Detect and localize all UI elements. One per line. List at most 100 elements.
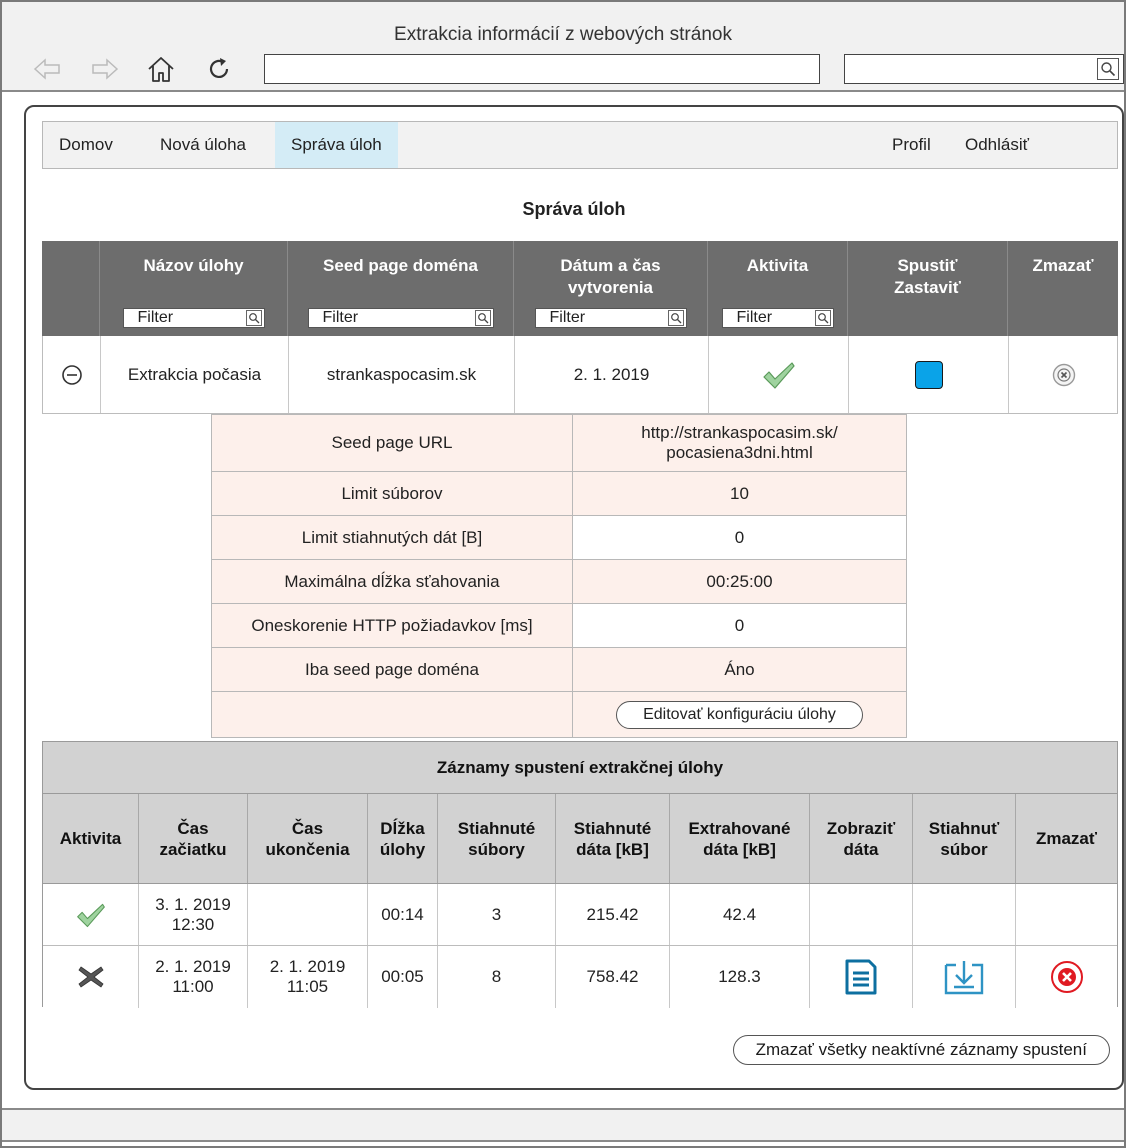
- header-delete-label: Zmazať: [1032, 256, 1094, 275]
- run-download-empty: [913, 884, 1016, 945]
- run-start-date: 2. 1. 2019: [155, 957, 231, 976]
- collapse-icon[interactable]: [43, 336, 101, 413]
- run-show-empty: [810, 884, 913, 945]
- config-row: Limit stiahnutých dát [B] 0: [211, 516, 907, 560]
- runs-header-end-label-2: ukončenia: [265, 839, 350, 859]
- document-icon[interactable]: [810, 946, 913, 1008]
- filter-placeholder: Filter: [736, 309, 773, 326]
- config-url-line-2: pocasiena3dni.html: [666, 443, 813, 462]
- filter-search-icon[interactable]: [814, 310, 831, 326]
- config-row: Iba seed page doména Áno: [211, 648, 907, 692]
- config-value: 0: [573, 604, 906, 647]
- edit-config-button[interactable]: Editovať konfiguráciu úlohy: [616, 700, 863, 729]
- runs-table-title: Záznamy spustení extrakčnej úlohy: [43, 742, 1117, 794]
- runs-header-length: Dĺžka úlohy: [368, 794, 438, 883]
- filter-placeholder: Filter: [549, 309, 586, 326]
- config-row: Editovať konfiguráciu úlohy: [211, 692, 907, 738]
- window-title: Extrakcia informácií z webových stránok: [394, 24, 732, 45]
- config-value: 0: [573, 516, 906, 559]
- domain-filter-input[interactable]: Filter: [307, 308, 494, 328]
- runs-header-download-label-1: Stiahnuť: [928, 818, 1000, 838]
- tasks-header-domain: Seed page doména Filter: [288, 241, 514, 336]
- created-filter-input[interactable]: Filter: [534, 308, 687, 328]
- config-label: Oneskorenie HTTP požiadavkov [ms]: [212, 604, 573, 647]
- filter-placeholder: Filter: [322, 309, 359, 326]
- tasks-table-header: Názov úlohy Filter Seed page doména Filt…: [42, 241, 1118, 336]
- header-domain-label: Seed page doména: [323, 256, 478, 275]
- runs-header-download-label-2: súbor: [940, 839, 988, 859]
- filter-search-icon[interactable]: [245, 310, 262, 326]
- header-created-label-1: Dátum a čas: [560, 256, 661, 275]
- run-start-time: 12:30: [171, 914, 215, 934]
- runs-header-data: Stiahnuté dáta [kB]: [556, 794, 670, 883]
- header-name-label: Názov úlohy: [143, 256, 244, 275]
- runs-header-length-label-2: úlohy: [379, 839, 426, 859]
- config-label: Limit stiahnutých dát [B]: [212, 516, 573, 559]
- runs-header-extracted: Extrahované dáta [kB]: [670, 794, 810, 883]
- menu-manage-tasks[interactable]: Správa úloh: [275, 122, 398, 168]
- activity-filter-input[interactable]: Filter: [721, 308, 834, 328]
- run-data: 758.42: [556, 946, 670, 1008]
- reload-icon[interactable]: [204, 54, 234, 84]
- config-label: Maximálna dĺžka sťahovania: [212, 560, 573, 603]
- delete-circle-icon[interactable]: [1009, 336, 1119, 413]
- runs-header-start-label-2: začiatku: [159, 839, 227, 859]
- menu-home[interactable]: Domov: [43, 122, 129, 168]
- runs-header-data-label-2: dáta [kB]: [576, 839, 649, 859]
- runs-header-delete: Zmazať: [1016, 794, 1117, 883]
- config-label-empty: [212, 692, 573, 737]
- runs-header-activity: Aktivita: [43, 794, 139, 883]
- runs-table-header: Aktivita Čas začiatku Čas ukončenia Dĺžka ú…: [43, 794, 1117, 884]
- config-value: Áno: [573, 648, 906, 691]
- run-extracted: 42.4: [670, 884, 810, 945]
- main-menu: Domov Nová úloha Správa úloh Profil Odhl…: [42, 121, 1118, 169]
- delete-inactive-runs-button[interactable]: Zmazať všetky neaktívné záznamy spustení: [732, 1035, 1110, 1065]
- run-extracted: 128.3: [670, 946, 810, 1008]
- config-value: 00:25:00: [573, 560, 906, 603]
- filter-search-icon[interactable]: [667, 310, 684, 326]
- runs-header-files-label-1: Stiahnuté: [457, 818, 536, 838]
- stop-square-icon[interactable]: [849, 336, 1009, 413]
- runs-header-show: Zobraziť dáta: [810, 794, 913, 883]
- tasks-header-name: Názov úlohy Filter: [100, 241, 288, 336]
- back-icon[interactable]: [32, 54, 62, 84]
- config-row: Limit súborov 10: [211, 472, 907, 516]
- config-row: Seed page URL http://strankaspocasim.sk/…: [211, 414, 907, 472]
- task-created: 2. 1. 2019: [515, 336, 709, 413]
- check-icon: [709, 336, 849, 413]
- tasks-header-activity: Aktivita Filter: [708, 241, 848, 336]
- tasks-header-expand: [42, 241, 100, 336]
- browser-search-input[interactable]: [844, 54, 1124, 84]
- task-row[interactable]: Extrakcia počasia strankaspocasim.sk 2. …: [42, 336, 1118, 414]
- delete-run-icon[interactable]: [1016, 946, 1117, 1008]
- config-url-line-1: http://strankaspocasim.sk/: [641, 423, 838, 442]
- task-name: Extrakcia počasia: [101, 336, 289, 413]
- runs-header-extracted-label-2: dáta [kB]: [703, 839, 776, 859]
- url-input[interactable]: [264, 54, 820, 84]
- check-icon: [43, 884, 139, 945]
- menu-profile[interactable]: Profil: [876, 122, 947, 168]
- runs-header-extracted-label-1: Extrahované: [688, 818, 791, 838]
- forward-icon[interactable]: [90, 54, 120, 84]
- run-row: 3. 1. 2019 12:30 00:14 3 215.42 42.4: [43, 884, 1117, 946]
- browser-statusbar: [2, 1108, 1124, 1142]
- search-icon[interactable]: [1097, 58, 1119, 80]
- header-activity-label: Aktivita: [746, 256, 809, 275]
- run-delete-empty: [1016, 884, 1117, 945]
- config-value: http://strankaspocasim.sk/ pocasiena3dni…: [573, 415, 906, 471]
- download-icon[interactable]: [913, 946, 1016, 1008]
- tasks-header-start-stop: Spustiť Zastaviť: [848, 241, 1008, 336]
- run-data: 215.42: [556, 884, 670, 945]
- runs-header-data-label-1: Stiahnuté: [573, 818, 652, 838]
- filter-search-icon[interactable]: [474, 310, 491, 326]
- menu-logout[interactable]: Odhlásiť: [949, 122, 1045, 168]
- config-row: Maximálna dĺžka sťahovania 00:25:00: [211, 560, 907, 604]
- runs-header-delete-label: Zmazať: [1035, 829, 1098, 848]
- name-filter-input[interactable]: Filter: [122, 308, 265, 328]
- menu-new-task[interactable]: Nová úloha: [144, 122, 262, 168]
- runs-header-show-label-1: Zobraziť: [826, 818, 896, 838]
- run-start-date: 3. 1. 2019: [155, 894, 231, 914]
- runs-header-download: Stiahnuť súbor: [913, 794, 1016, 883]
- home-icon[interactable]: [146, 54, 176, 84]
- config-label: Iba seed page doména: [212, 648, 573, 691]
